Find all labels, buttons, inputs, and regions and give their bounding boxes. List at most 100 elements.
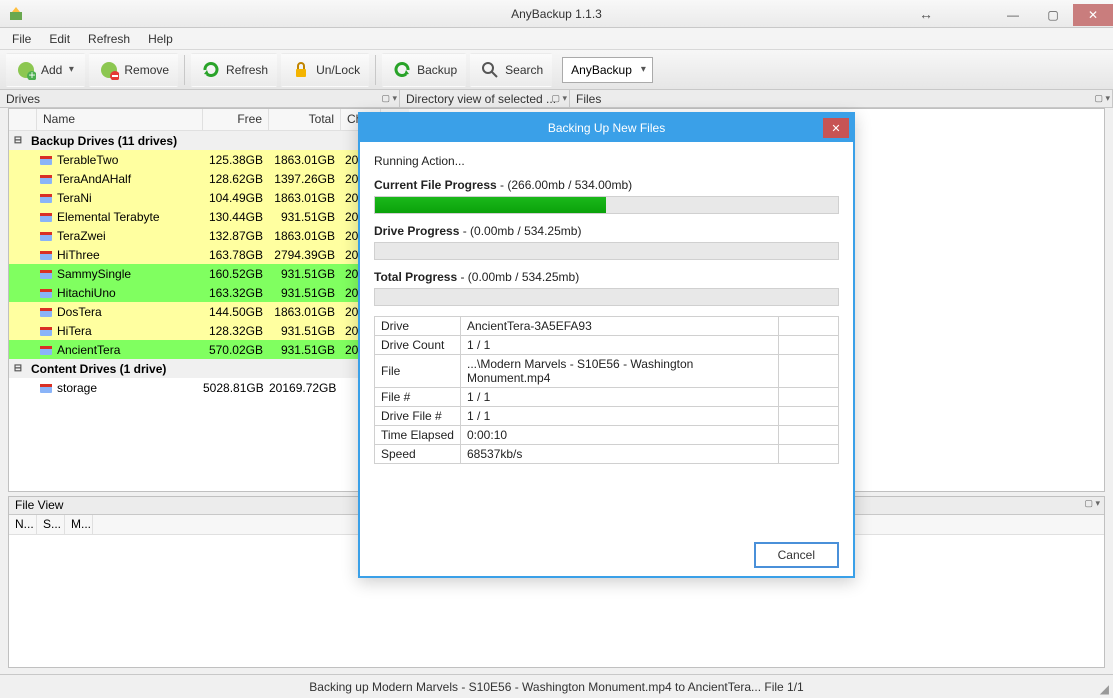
drive-name: TerableTwo <box>55 153 203 167</box>
dialog-titlebar[interactable]: Backing Up New Files ✕ <box>360 114 853 142</box>
table-row: Drive File #1 / 1 <box>375 407 839 426</box>
search-label: Search <box>505 63 543 77</box>
drive-row[interactable]: AncientTera570.02GB931.51GB2014 <box>9 340 409 359</box>
fv-col-n[interactable]: N... <box>9 515 37 534</box>
col-tree[interactable] <box>9 109 37 130</box>
close-button[interactable]: ✕ <box>1073 4 1113 26</box>
running-action-text: Running Action... <box>374 154 839 168</box>
toolbar: + Add ▾ Remove Refresh Un/Lock Backup Se… <box>0 50 1113 90</box>
backup-button[interactable]: Backup <box>382 53 466 87</box>
group-content-drives[interactable]: ⊟Content Drives (1 drive) <box>9 359 409 378</box>
drive-icon <box>37 210 55 224</box>
drive-icon <box>37 191 55 205</box>
drive-row[interactable]: DosTera144.50GB1863.01GB2014 <box>9 302 409 321</box>
table-row: Drive Count1 / 1 <box>375 336 839 355</box>
separator <box>184 55 185 85</box>
drive-progress-label: Drive Progress - (0.00mb / 534.25mb) <box>374 224 839 238</box>
drive-name: SammySingle <box>55 267 203 281</box>
refresh-icon <box>200 59 222 81</box>
drive-row[interactable]: TerableTwo125.38GB1863.01GB2014 <box>9 150 409 169</box>
drive-total: 20169.72GB <box>269 381 341 395</box>
remove-icon <box>98 59 120 81</box>
dialog-close-button[interactable]: ✕ <box>823 118 849 138</box>
panel-menu-icon[interactable]: ▢ ▾ <box>551 93 567 104</box>
col-name[interactable]: Name <box>37 109 203 130</box>
drive-row[interactable]: SammySingle160.52GB931.51GB2014 <box>9 264 409 283</box>
drive-free: 128.32GB <box>203 324 269 338</box>
add-label: Add <box>41 63 62 77</box>
drive-icon <box>37 343 55 357</box>
panel-header-files-label: Files <box>576 92 601 106</box>
menu-file[interactable]: File <box>4 30 39 48</box>
remove-button[interactable]: Remove <box>89 53 178 87</box>
scope-combo[interactable]: AnyBackup <box>562 57 653 83</box>
menu-edit[interactable]: Edit <box>41 30 78 48</box>
drive-row[interactable]: storage5028.81GB20169.72GB <box>9 378 409 397</box>
drive-icon <box>37 267 55 281</box>
fileview-title: File View <box>15 498 63 512</box>
panel-headers: Drives ▢ ▾ Directory view of selected ..… <box>0 90 1113 108</box>
drive-row[interactable]: TeraNi104.49GB1863.01GB2014 <box>9 188 409 207</box>
drive-icon <box>37 305 55 319</box>
drives-panel: Name Free Total Chk... ⊟Backup Drives (1… <box>9 109 409 491</box>
drive-row[interactable]: HiTera128.32GB931.51GB2014 <box>9 321 409 340</box>
group-label: Backup Drives (11 drives) <box>27 134 177 148</box>
drives-tree[interactable]: ⊟Backup Drives (11 drives)TerableTwo125.… <box>9 131 409 491</box>
drive-row[interactable]: HitachiUno163.32GB931.51GB2014 <box>9 283 409 302</box>
refresh-button[interactable]: Refresh <box>191 53 277 87</box>
panel-header-dirview-label: Directory view of selected ... <box>406 92 556 106</box>
drives-column-headers: Name Free Total Chk... <box>9 109 409 131</box>
drive-row[interactable]: TeraAndAHalf128.62GB1397.26GB2014 <box>9 169 409 188</box>
search-button[interactable]: Search <box>470 53 552 87</box>
drive-row[interactable]: TeraZwei132.87GB1863.01GB2014 <box>9 226 409 245</box>
group-backup-drives[interactable]: ⊟Backup Drives (11 drives) <box>9 131 409 150</box>
expander-icon[interactable]: ⊟ <box>9 363 27 374</box>
chevron-down-icon: ▾ <box>66 64 76 75</box>
drive-total: 931.51GB <box>269 343 341 357</box>
menu-help[interactable]: Help <box>140 30 181 48</box>
fv-col-m[interactable]: M... <box>65 515 93 534</box>
add-button[interactable]: + Add ▾ <box>6 53 85 87</box>
unlock-button[interactable]: Un/Lock <box>281 53 369 87</box>
menubar: File Edit Refresh Help <box>0 28 1113 50</box>
panel-header-files[interactable]: Files ▢ ▾ <box>570 90 1113 107</box>
drive-name: storage <box>55 381 203 395</box>
drive-icon <box>37 381 55 395</box>
drive-name: AncientTera <box>55 343 203 357</box>
panel-header-drives[interactable]: Drives ▢ ▾ <box>0 90 400 107</box>
table-row: Speed68537kb/s <box>375 445 839 464</box>
drive-free: 163.32GB <box>203 286 269 300</box>
drive-name: TeraAndAHalf <box>55 172 203 186</box>
expander-icon[interactable]: ⊟ <box>9 135 27 146</box>
panel-menu-icon[interactable]: ▢ ▾ <box>1094 93 1110 104</box>
drive-free: 5028.81GB <box>203 381 269 395</box>
drive-icon <box>37 248 55 262</box>
refresh-label: Refresh <box>226 63 268 77</box>
maximize-button[interactable]: ▢ <box>1033 4 1073 26</box>
drive-row[interactable]: HiThree163.78GB2794.39GB2014 <box>9 245 409 264</box>
drive-free: 130.44GB <box>203 210 269 224</box>
drive-name: Elemental Terabyte <box>55 210 203 224</box>
drive-total: 1863.01GB <box>269 305 341 319</box>
minimize-button[interactable]: — <box>993 4 1033 26</box>
drive-name: HiTera <box>55 324 203 338</box>
resize-grip-icon[interactable]: ◢ <box>1100 682 1109 696</box>
col-total[interactable]: Total <box>269 109 341 130</box>
cancel-button[interactable]: Cancel <box>754 542 839 568</box>
drive-row[interactable]: Elemental Terabyte130.44GB931.51GB2014 <box>9 207 409 226</box>
scope-combo-text: AnyBackup <box>571 63 632 77</box>
drive-total: 2794.39GB <box>269 248 341 262</box>
drive-icon <box>37 172 55 186</box>
fv-col-s[interactable]: S... <box>37 515 65 534</box>
col-free[interactable]: Free <box>203 109 269 130</box>
progress-info-table: DriveAncientTera-3A5EFA93 Drive Count1 /… <box>374 316 839 464</box>
titlebar: AnyBackup 1.1.3 ↔ — ▢ ✕ <box>0 0 1113 28</box>
menu-refresh[interactable]: Refresh <box>80 30 138 48</box>
unlock-label: Un/Lock <box>316 63 360 77</box>
drive-icon <box>37 229 55 243</box>
panel-header-dirview[interactable]: Directory view of selected ... ▢ ▾ <box>400 90 570 107</box>
panel-menu-icon[interactable]: ▢ ▾ <box>1084 498 1100 509</box>
panel-menu-icon[interactable]: ▢ ▾ <box>381 93 397 104</box>
drive-name: HiThree <box>55 248 203 262</box>
status-text: Backing up Modern Marvels - S10E56 - Was… <box>309 680 803 694</box>
